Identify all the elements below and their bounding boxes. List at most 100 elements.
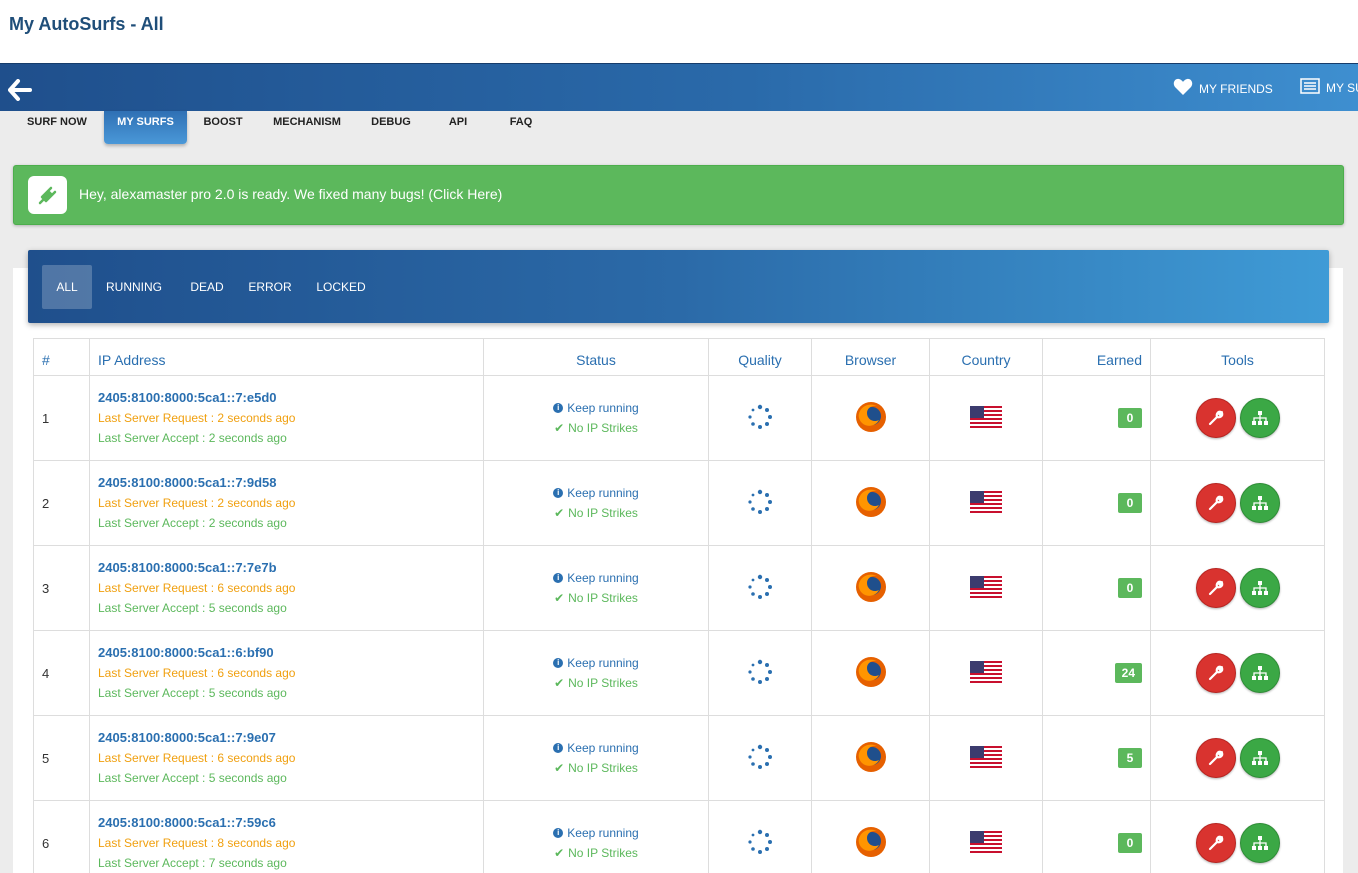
sitemap-button[interactable] [1239,823,1280,863]
my-surfs-link[interactable]: MY SU [1300,78,1358,97]
sitemap-button[interactable] [1239,398,1280,438]
row-number: 2 [33,460,90,546]
status-filter-bar: ALL RUNNING DEAD ERROR LOCKED [28,250,1329,323]
check-icon: ✔ [554,761,565,775]
subnav-faq[interactable]: FAQ [503,111,539,144]
country-cell [929,375,1043,461]
row-number: 3 [33,545,90,631]
title-bar: My AutoSurfs - All [0,0,1358,63]
ip-cell: 2405:8100:8000:5ca1::7:e5d0 Last Server … [89,375,484,461]
table-row: 2 2405:8100:8000:5ca1::7:9d58 Last Serve… [33,460,1325,546]
strikes-text: No IP Strikes [568,421,638,435]
earned-badge: 5 [1118,748,1142,768]
last-request-text: Last Server Request : 2 seconds ago [98,496,296,510]
wrench-icon [1208,580,1223,596]
arrow-left-icon[interactable] [8,79,32,101]
sitemap-icon [1251,666,1268,680]
loading-spinner-icon [748,574,772,599]
tools-cell [1150,715,1325,801]
filter-dead[interactable]: DEAD [186,265,228,309]
earned-badge: 24 [1114,663,1142,683]
firefox-icon [855,571,886,602]
sitemap-button[interactable] [1239,653,1280,693]
tools-cell [1150,800,1325,873]
settings-button[interactable] [1195,398,1236,438]
update-alert[interactable]: Hey, alexamaster pro 2.0 is ready. We fi… [13,165,1344,225]
wrench-icon [1208,665,1223,681]
status-text: Keep running [567,826,639,840]
tools-cell [1150,545,1325,631]
country-cell [929,460,1043,546]
subnav-mechanism[interactable]: MECHANISM [266,111,348,144]
table-row: 3 2405:8100:8000:5ca1::7:7e7b Last Serve… [33,545,1325,631]
sitemap-icon [1251,751,1268,765]
wrench-icon [1208,410,1223,426]
sitemap-button[interactable] [1239,738,1280,778]
settings-button[interactable] [1195,653,1236,693]
quality-cell [708,460,812,546]
us-flag-icon [970,405,1002,428]
ip-address-link[interactable]: 2405:8100:8000:5ca1::7:9d58 [98,473,483,493]
header-country: Country [929,338,1043,376]
check-icon: ✔ [554,591,565,605]
settings-button[interactable] [1195,483,1236,523]
plug-icon [28,176,67,214]
settings-button[interactable] [1195,568,1236,608]
last-request-text: Last Server Request : 8 seconds ago [98,836,296,850]
ip-address-link[interactable]: 2405:8100:8000:5ca1::7:59c6 [98,813,483,833]
us-flag-icon [970,745,1002,768]
earned-cell: 0 [1042,460,1151,546]
sitemap-button[interactable] [1239,483,1280,523]
ip-address-link[interactable]: 2405:8100:8000:5ca1::7:9e07 [98,728,483,748]
country-cell [929,715,1043,801]
filter-running[interactable]: RUNNING [102,265,166,309]
filter-locked[interactable]: LOCKED [314,265,368,309]
info-icon: i [553,573,564,583]
wrench-icon [1208,495,1223,511]
header-tools: Tools [1150,338,1325,376]
last-accept-text: Last Server Accept : 5 seconds ago [98,771,287,785]
ip-address-link[interactable]: 2405:8100:8000:5ca1::7:7e7b [98,558,483,578]
status-cell: i Keep running ✔ No IP Strikes [483,460,709,546]
table-row: 4 2405:8100:8000:5ca1::6:bf90 Last Serve… [33,630,1325,716]
browser-cell [811,375,930,461]
ip-address-link[interactable]: 2405:8100:8000:5ca1::7:e5d0 [98,388,483,408]
status-text: Keep running [567,656,639,670]
browser-cell [811,630,930,716]
my-friends-link[interactable]: MY FRIENDS [1173,78,1273,99]
table-row: 1 2405:8100:8000:5ca1::7:e5d0 Last Serve… [33,375,1325,461]
settings-button[interactable] [1195,738,1236,778]
last-request-text: Last Server Request : 6 seconds ago [98,751,296,765]
tools-cell [1150,630,1325,716]
ip-cell: 2405:8100:8000:5ca1::7:59c6 Last Server … [89,800,484,873]
row-number: 4 [33,630,90,716]
subnav-my-surfs[interactable]: MY SURFS [104,111,187,144]
settings-button[interactable] [1195,823,1236,863]
info-icon: i [553,488,564,498]
table-header-row: # IP Address Status Quality Browser Coun… [33,338,1325,376]
filter-all[interactable]: ALL [42,265,92,309]
alert-message: Hey, alexamaster pro 2.0 is ready. We fi… [79,186,503,202]
subnav-debug[interactable]: DEBUG [365,111,417,144]
tools-cell [1150,460,1325,546]
browser-cell [811,715,930,801]
check-icon: ✔ [554,421,565,435]
sitemap-button[interactable] [1239,568,1280,608]
my-friends-label: MY FRIENDS [1199,81,1273,96]
strikes-text: No IP Strikes [568,846,638,860]
subnav-api[interactable]: API [440,111,476,144]
row-number: 5 [33,715,90,801]
sitemap-icon [1251,411,1268,425]
wrench-icon [1208,835,1223,851]
sitemap-icon [1251,581,1268,595]
subnav-surf-now[interactable]: SURF NOW [22,111,92,144]
firefox-icon [855,741,886,772]
ip-cell: 2405:8100:8000:5ca1::7:7e7b Last Server … [89,545,484,631]
quality-cell [708,545,812,631]
filter-error[interactable]: ERROR [248,265,292,309]
header-earned: Earned [1042,338,1151,376]
last-accept-text: Last Server Accept : 2 seconds ago [98,431,287,445]
ip-address-link[interactable]: 2405:8100:8000:5ca1::6:bf90 [98,643,483,663]
subnav-boost[interactable]: BOOST [197,111,249,144]
check-icon: ✔ [554,676,565,690]
